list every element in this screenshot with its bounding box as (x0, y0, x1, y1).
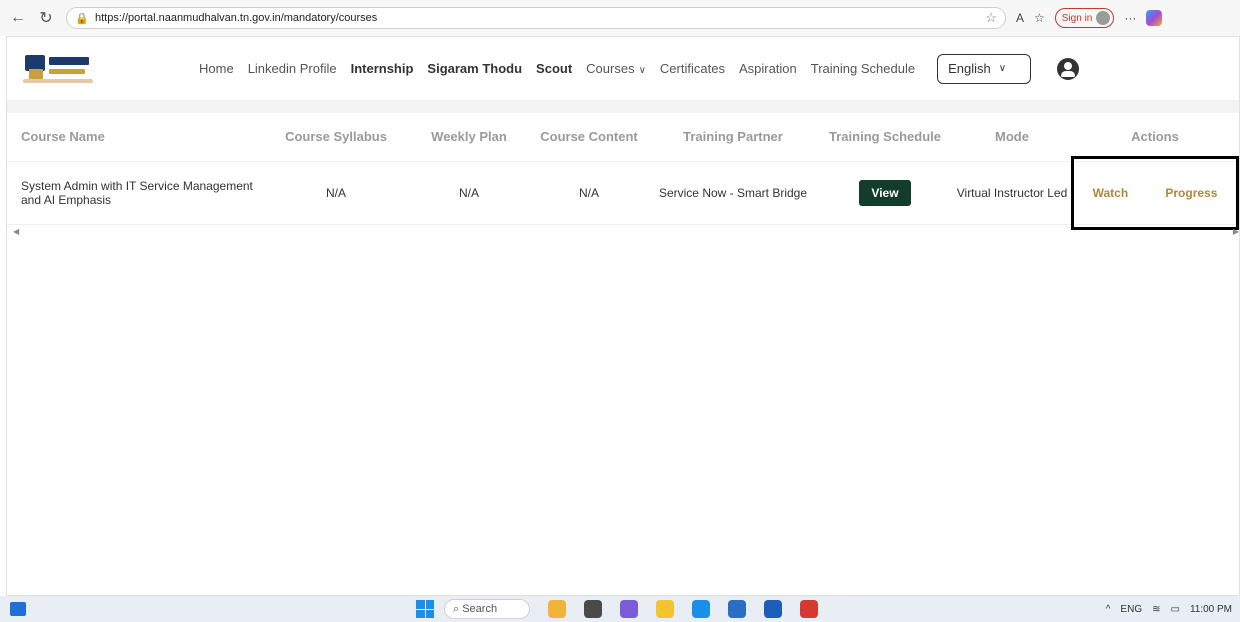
nav-courses-label: Courses (586, 61, 635, 76)
col-training-schedule: Training Schedule (829, 129, 941, 145)
chevron-down-icon: ∨ (998, 63, 1007, 74)
taskbar: ⌕ Search ^ ENG ≋ ▭ 11:00 PM (0, 596, 1240, 622)
search-icon: ⌕ (453, 602, 463, 615)
scroll-left-icon[interactable]: ◀ (13, 227, 19, 236)
nav-home[interactable]: Home (199, 61, 234, 76)
page: Home Linkedin Profile Internship Sigaram… (6, 36, 1240, 596)
col-training-partner: Training Partner (683, 129, 783, 145)
course-name-cell: System Admin with IT Service Management … (7, 160, 263, 225)
view-schedule-button[interactable]: View (859, 179, 911, 206)
table-header-row: Course Name Course Syllabus Weekly Plan … (7, 113, 1239, 161)
courses-table: Course Name Course Syllabus Weekly Plan … (7, 113, 1239, 230)
app-icon-2[interactable] (584, 600, 602, 618)
actions-cell: Watch Progress (1071, 155, 1239, 230)
lock-icon: 🔒 (75, 12, 89, 25)
signin-label: Sign in (1061, 12, 1093, 24)
language-select[interactable]: English ∨ (937, 53, 1032, 84)
windows-start-icon[interactable] (416, 600, 434, 618)
language-value: English (948, 61, 991, 76)
nav-linkedin-profile[interactable]: Linkedin Profile (248, 61, 337, 76)
syllabus-cell: N/A (263, 160, 409, 225)
col-course-name: Course Name (21, 129, 105, 145)
wifi-icon[interactable]: ≋ (1152, 604, 1160, 615)
mode-cell: Virtual Instructor Led (953, 160, 1071, 225)
watch-link[interactable]: Watch (1093, 186, 1129, 200)
nav-aspiration[interactable]: Aspiration (739, 61, 797, 76)
browser-toolbar: ← ↻ 🔒 https://portal.naanmudhalvan.tn.go… (0, 0, 1240, 36)
refresh-icon[interactable]: ↻ (36, 8, 56, 28)
weekly-plan-cell: N/A (409, 160, 529, 225)
clock[interactable]: 11:00 PM (1190, 604, 1232, 615)
nav-training-schedule[interactable]: Training Schedule (811, 61, 915, 76)
main-nav: Home Linkedin Profile Internship Sigaram… (199, 61, 929, 76)
system-tray: ^ ENG ≋ ▭ 11:00 PM (1096, 604, 1232, 615)
store-icon[interactable] (728, 600, 746, 618)
nav-internship[interactable]: Internship (351, 61, 414, 76)
profile-avatar-icon (1096, 11, 1111, 25)
progress-link[interactable]: Progress (1165, 186, 1217, 200)
outlook-icon[interactable] (764, 600, 782, 618)
url-text: https://portal.naanmudhalvan.tn.gov.in/m… (95, 12, 378, 24)
nav-certificates[interactable]: Certificates (660, 61, 725, 76)
star-icon[interactable]: ☆ (985, 10, 997, 26)
copilot-icon[interactable] (1146, 10, 1163, 26)
nav-scout[interactable]: Scout (536, 61, 572, 76)
widgets-icon[interactable] (10, 602, 26, 616)
edge-browser-icon[interactable] (692, 600, 710, 618)
col-weekly-plan: Weekly Plan (431, 129, 507, 145)
col-actions: Actions (1131, 129, 1179, 145)
horizontal-scrollbar[interactable]: ◀ ▶ (7, 225, 1239, 237)
address-bar[interactable]: 🔒 https://portal.naanmudhalvan.tn.gov.in… (66, 7, 1006, 29)
nav-sigaram-thodu[interactable]: Sigaram Thodu (427, 61, 522, 76)
content-divider (7, 101, 1239, 113)
site-header: Home Linkedin Profile Internship Sigaram… (7, 37, 1239, 101)
read-aloud-icon[interactable]: A (1016, 11, 1024, 25)
more-icon[interactable]: ··· (1124, 11, 1136, 25)
partner-cell: Service Now - Smart Bridge (649, 160, 817, 225)
col-mode: Mode (995, 129, 1029, 145)
signin-button[interactable]: Sign in (1054, 8, 1115, 28)
gmail-icon[interactable] (800, 600, 818, 618)
chevron-down-icon: ∨ (638, 65, 646, 76)
file-explorer-icon[interactable] (656, 600, 674, 618)
battery-icon[interactable]: ▭ (1170, 604, 1179, 615)
content-cell: N/A (529, 160, 649, 225)
language-indicator[interactable]: ENG (1120, 604, 1142, 615)
search-label: Search (462, 603, 498, 615)
schedule-cell: View (817, 160, 953, 225)
actions-highlight-box: Watch Progress (1071, 155, 1239, 230)
favorites-icon[interactable]: ☆ (1034, 11, 1045, 25)
scroll-right-icon[interactable]: ▶ (1233, 227, 1239, 236)
app-icon-1[interactable] (548, 600, 566, 618)
naan-mudhalvan-logo[interactable] (21, 51, 97, 87)
col-course-syllabus: Course Syllabus (285, 129, 387, 145)
col-course-content: Course Content (540, 129, 638, 145)
taskbar-search[interactable]: ⌕ Search (444, 599, 530, 619)
chevron-up-icon[interactable]: ^ (1106, 604, 1111, 615)
back-icon[interactable]: ← (8, 8, 28, 28)
user-account-icon[interactable] (1057, 57, 1080, 80)
table-row: System Admin with IT Service Management … (7, 155, 1239, 230)
copilot-app-icon[interactable] (620, 600, 638, 618)
nav-courses[interactable]: Courses ∨ (586, 61, 646, 76)
